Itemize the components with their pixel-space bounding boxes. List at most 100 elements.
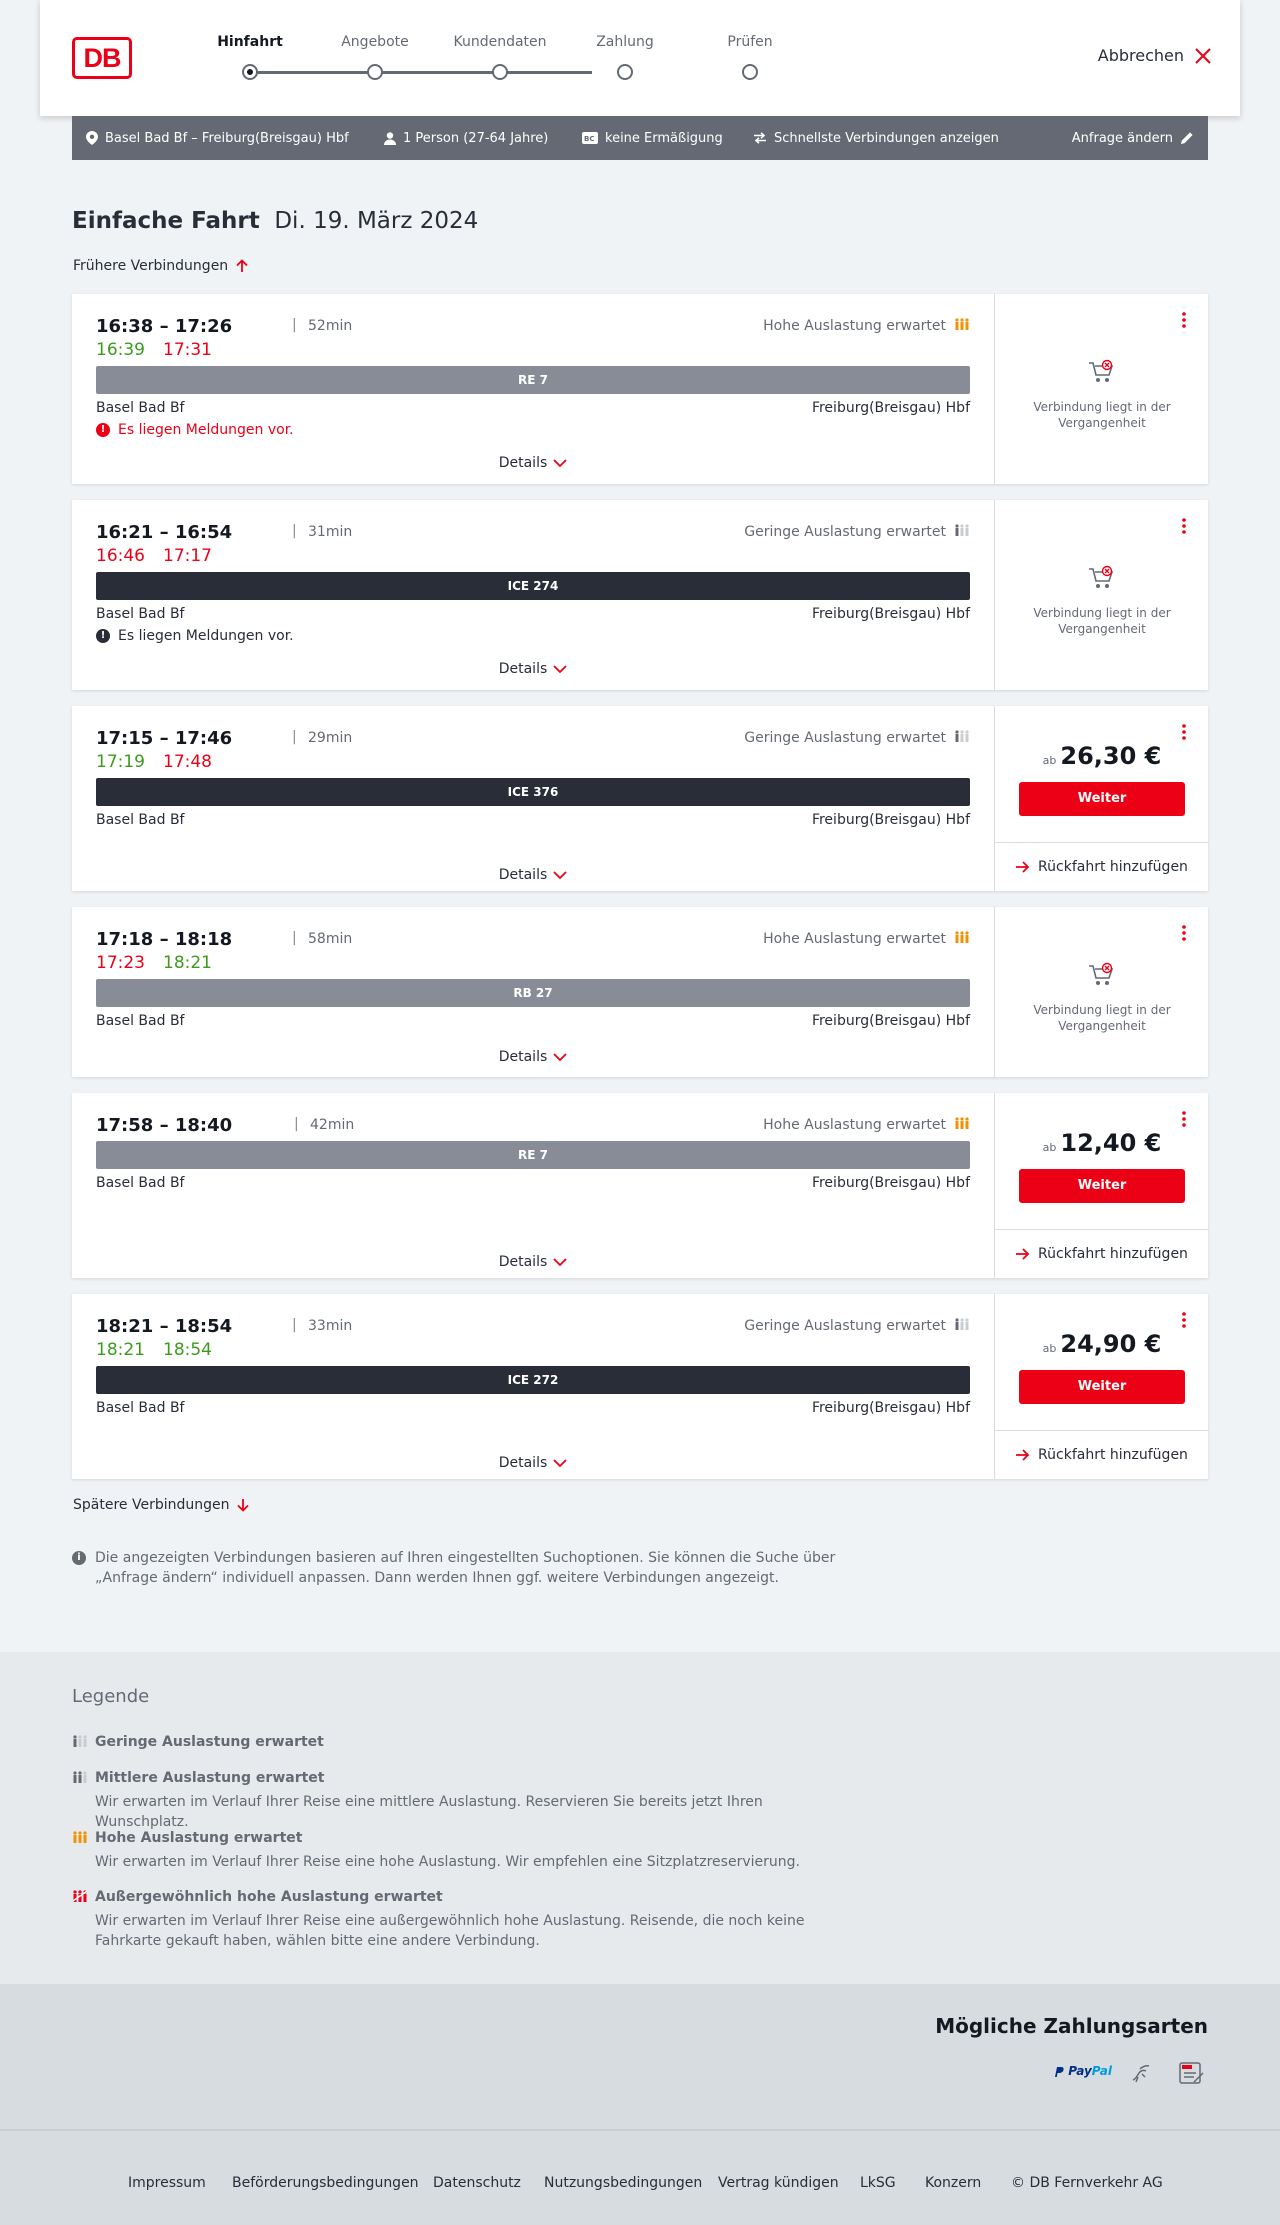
load-indicator: Hohe Auslastung erwartet <box>763 318 970 334</box>
summary-route: Basel Bad Bf – Freiburg(Breisgau) Hbf <box>86 116 349 160</box>
train-bar[interactable]: RB 27 <box>96 979 970 1007</box>
earlier-label: Frühere Verbindungen <box>73 258 229 274</box>
offer-panel: Verbindung liegt in der Vergangenheit <box>994 500 1208 690</box>
service-message[interactable]: ! Es liegen Meldungen vor. <box>96 422 294 438</box>
details-toggle[interactable]: Details <box>72 661 994 677</box>
load-low-icon <box>954 1318 970 1334</box>
more-options-icon[interactable] <box>1176 923 1192 943</box>
persons-text: 1 Person (27-64 Jahre) <box>403 130 549 146</box>
connection-card[interactable]: 17:15 – 17:46 | 29min Geringe Auslastung er… <box>72 706 1209 891</box>
details-toggle[interactable]: Details <box>72 1254 994 1270</box>
later-label: Spätere Verbindungen <box>73 1497 230 1513</box>
planned-times: 17:18 – 18:18 <box>96 929 233 950</box>
details-toggle[interactable]: Details <box>72 455 994 471</box>
more-options-icon[interactable] <box>1176 310 1192 330</box>
legend-item-medium: Mittlere Auslastung erwartet Wir erwarte… <box>72 1770 852 1832</box>
continue-button[interactable]: Weiter <box>1019 782 1185 816</box>
chevron-down-icon <box>553 1257 567 1266</box>
connection-card[interactable]: 17:18 – 18:18 | 58min Hohe Auslastung erwar… <box>72 907 1208 1077</box>
continue-button[interactable]: Weiter <box>1019 1169 1185 1203</box>
arrow-down-icon <box>237 1499 250 1512</box>
close-icon <box>1195 47 1211 64</box>
price-prefix: ab <box>1042 754 1057 767</box>
load-high-icon <box>954 931 970 947</box>
location-pin-icon <box>86 131 98 145</box>
realtime-departure: 17:19 <box>96 752 145 772</box>
chevron-down-icon <box>553 458 567 467</box>
offer-panel: ab 12,40 € Weiter Rückfahrt hinzufügen <box>994 1093 1209 1278</box>
add-return-trip-button[interactable]: Rückfahrt hinzufügen <box>995 842 1209 891</box>
arrow-right-icon <box>1016 861 1030 873</box>
add-return-trip-button[interactable]: Rückfahrt hinzufügen <box>995 1430 1209 1479</box>
departure-station: Basel Bad Bf <box>96 606 185 622</box>
footer-link-konzern[interactable]: Konzern <box>925 2175 981 2191</box>
arrival-station: Freiburg(Breisgau) Hbf <box>811 606 970 622</box>
connection-card[interactable]: 16:21 – 16:54 | 31min Geringe Auslastung er… <box>72 500 1208 690</box>
service-message[interactable]: ! Es liegen Meldungen vor. <box>96 628 294 644</box>
footer-link-lksg[interactable]: LkSG <box>860 2175 896 2191</box>
details-label: Details <box>498 1254 548 1270</box>
offer-panel: ab 24,90 € Weiter Rückfahrt hinzufügen <box>994 1294 1209 1479</box>
train-bar[interactable]: ICE 272 <box>96 1366 970 1394</box>
train-bar[interactable]: RE 7 <box>96 366 970 394</box>
details-toggle[interactable]: Details <box>72 1455 994 1471</box>
step-label: Angebote <box>341 34 409 50</box>
step-dot <box>492 64 508 80</box>
planned-times: 16:21 – 16:54 <box>96 522 233 543</box>
details-toggle[interactable]: Details <box>72 867 994 883</box>
departure-station: Basel Bad Bf <box>96 1013 185 1029</box>
step-dot <box>242 64 258 80</box>
load-text: Hohe Auslastung erwartet <box>763 931 946 947</box>
more-options-icon[interactable] <box>1176 1109 1192 1129</box>
details-label: Details <box>498 867 548 883</box>
change-request-button[interactable]: Anfrage ändern <box>1072 116 1194 160</box>
service-message-text: Es liegen Meldungen vor. <box>118 628 294 644</box>
departure-station: Basel Bad Bf <box>96 812 185 828</box>
footer-link-vertrag-kuendigen[interactable]: Vertrag kündigen <box>718 2175 839 2191</box>
later-connections-link[interactable]: Spätere Verbindungen <box>73 1497 250 1513</box>
planned-times: 16:38 – 17:26 <box>96 316 233 337</box>
footer: Impressum Beförderungsbedingungen Datens… <box>0 2129 1280 2225</box>
footer-link-nutzungsbedingungen[interactable]: Nutzungsbedingungen <box>544 2175 702 2191</box>
connection-card[interactable]: 17:58 – 18:40 | 42min Hohe Auslastung erwar… <box>72 1093 1209 1278</box>
continue-button[interactable]: Weiter <box>1019 1370 1185 1404</box>
train-bar[interactable]: ICE 274 <box>96 572 970 600</box>
load-text: Hohe Auslastung erwartet <box>763 1117 946 1133</box>
footer-link-befoerderungsbedingungen[interactable]: Beförderungsbedingungen <box>232 2175 419 2191</box>
past-connection-notice: Verbindung liegt in der Vergangenheit <box>995 565 1209 637</box>
chevron-down-icon <box>553 870 567 879</box>
offer-panel: Verbindung liegt in der Vergangenheit <box>994 907 1208 1077</box>
earlier-connections-link[interactable]: Frühere Verbindungen <box>73 258 248 274</box>
more-options-icon[interactable] <box>1176 516 1192 536</box>
step-zahlung: Zahlung <box>575 34 675 80</box>
connection-card[interactable]: 18:21 – 18:54 | 33min Geringe Auslastung er… <box>72 1294 1209 1479</box>
page-title: Einfache Fahrt Di. 19. März 2024 <box>72 208 478 234</box>
price-prefix: ab <box>1042 1141 1057 1154</box>
connection-info: 16:38 – 17:26 | 52min Hohe Auslastung erwar… <box>72 294 994 484</box>
cancel-button[interactable]: Abbrechen <box>1098 46 1212 65</box>
arrival-station: Freiburg(Breisgau) Hbf <box>811 400 970 416</box>
duration: 29min <box>308 730 353 746</box>
train-bar[interactable]: ICE 376 <box>96 778 970 806</box>
duration: 58min <box>308 931 353 947</box>
load-high-icon <box>954 1117 970 1133</box>
planned-times: 17:58 – 18:40 <box>96 1115 233 1136</box>
load-indicator: Hohe Auslastung erwartet <box>763 931 970 947</box>
db-logo[interactable]: DB <box>72 37 132 79</box>
sepa-icon <box>1179 2062 1204 2084</box>
connection-info: 18:21 – 18:54 | 33min Geringe Auslastung er… <box>72 1294 994 1479</box>
train-bar[interactable]: RE 7 <box>96 1141 970 1169</box>
footer-link-datenschutz[interactable]: Datenschutz <box>433 2175 521 2191</box>
summary-fastest[interactable]: Schnellste Verbindungen anzeigen <box>753 116 999 160</box>
price-value: 12,40 € <box>1060 1129 1162 1157</box>
info-icon: i <box>72 1551 86 1565</box>
add-return-trip-button[interactable]: Rückfahrt hinzufügen <box>995 1229 1209 1278</box>
footer-link-impressum[interactable]: Impressum <box>128 2175 206 2191</box>
connection-card[interactable]: 16:38 – 17:26 | 52min Hohe Auslastung erwar… <box>72 294 1208 484</box>
more-options-icon[interactable] <box>1176 1310 1192 1330</box>
arrival-station: Freiburg(Breisgau) Hbf <box>811 1400 970 1416</box>
divider: | <box>292 523 297 539</box>
more-options-icon[interactable] <box>1176 722 1192 742</box>
details-toggle[interactable]: Details <box>72 1049 994 1065</box>
step-label: Zahlung <box>596 34 654 50</box>
